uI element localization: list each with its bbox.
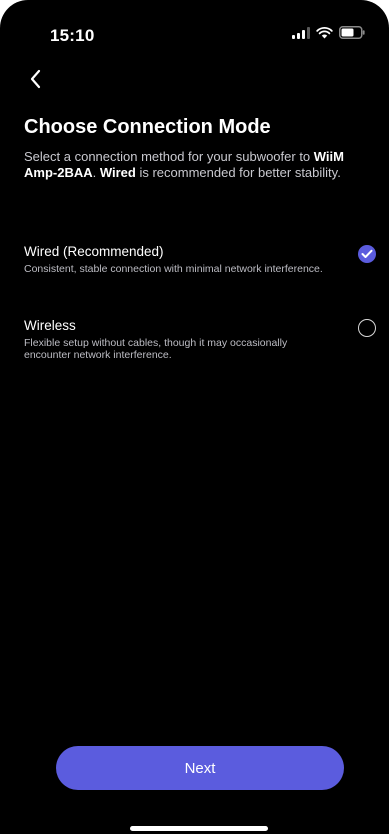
recommended-mode: Wired	[99, 165, 136, 180]
checkmark-icon	[361, 249, 373, 258]
description-text-2: .	[92, 165, 100, 180]
battery-icon	[339, 26, 365, 39]
app-screen: 15:10 Choose Connection Mode Select a co…	[0, 0, 389, 834]
radio-wireless-unselected[interactable]	[358, 319, 376, 337]
option-wired-label: Wired (Recommended)	[24, 244, 164, 259]
description-text-3: is recommended for better stability.	[135, 165, 341, 180]
signal-icon	[292, 26, 310, 39]
description-text-1: Select a connection method for your subw…	[24, 149, 314, 164]
page-description: Select a connection method for your subw…	[24, 149, 369, 181]
back-button[interactable]	[20, 64, 50, 94]
option-wireless-description: Flexible setup without cables, though it…	[24, 337, 288, 361]
status-time: 15:10	[50, 26, 95, 45]
chevron-left-icon	[30, 69, 41, 89]
wifi-icon	[316, 26, 333, 38]
radio-wired-selected[interactable]	[358, 245, 376, 263]
page-title: Choose Connection Mode	[24, 116, 271, 138]
home-indicator[interactable]	[130, 826, 268, 831]
next-button[interactable]: Next	[56, 746, 344, 790]
option-wired-description: Consistent, stable connection with minim…	[24, 263, 323, 275]
option-wireless-label: Wireless	[24, 318, 76, 333]
option-wireless[interactable]: Wireless Flexible setup without cables, …	[24, 317, 376, 361]
status-bar: 15:10	[0, 0, 389, 64]
status-icons	[292, 26, 365, 39]
option-wired[interactable]: Wired (Recommended) Consistent, stable c…	[24, 243, 376, 275]
